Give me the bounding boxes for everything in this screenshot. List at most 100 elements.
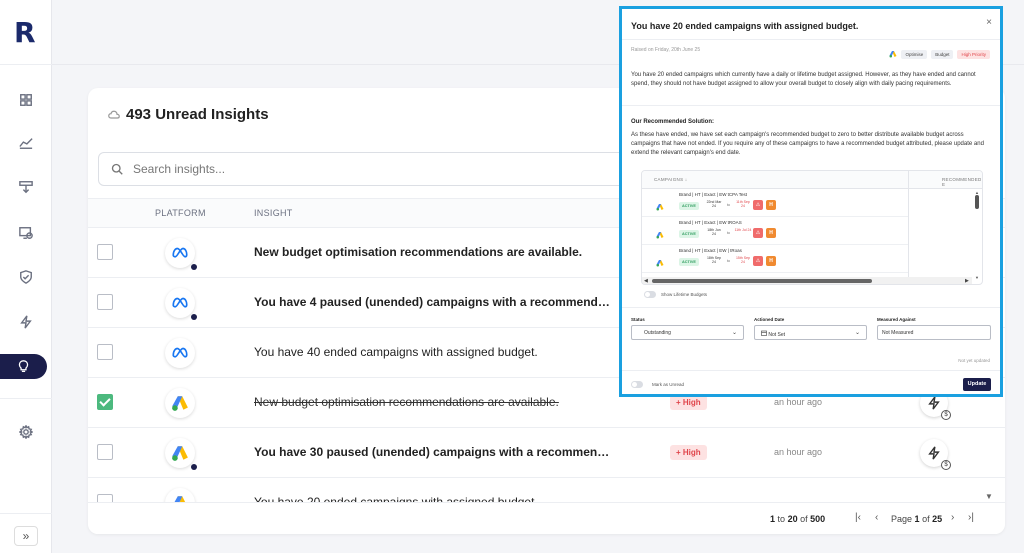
platform-badge <box>165 288 197 320</box>
column-divider <box>908 171 909 284</box>
platform-badge <box>165 438 197 470</box>
download-table-icon <box>19 181 33 194</box>
date-separator: to <box>727 259 730 263</box>
campaigns-table: CAMPAIGNS ↓ RECOMMENDED E Brand | HT | E… <box>641 170 983 285</box>
campaign-end-date: 11th Sep 24 <box>736 200 750 208</box>
tag-high-priority: High Priority <box>957 49 990 59</box>
campaign-end-date: 11th Jul 24 <box>734 228 752 232</box>
meta-icon <box>172 247 188 258</box>
vertical-scrollbar[interactable] <box>975 195 979 209</box>
status-badge: ACTIVE <box>679 258 699 266</box>
campaign-row[interactable]: Brand | HT | Exact | EW tCPA Test ACTIVE 2… <box>642 189 908 217</box>
actioned-date-picker[interactable]: Not Set ⌄ <box>754 325 867 340</box>
horizontal-scrollbar[interactable]: ◀ ▶ <box>642 277 972 284</box>
search-input[interactable] <box>133 162 633 176</box>
expand-sidebar-button[interactable]: » <box>14 526 38 546</box>
unread-dot <box>191 464 197 470</box>
close-icon[interactable]: × <box>986 17 992 28</box>
modal-description: You have 20 ended campaigns which curren… <box>631 72 976 87</box>
campaign-name: Brand | HT | Exact | EW | tRoas <box>679 248 742 253</box>
row-checkbox[interactable] <box>97 344 113 360</box>
lifetime-budget-toggle[interactable] <box>644 291 656 298</box>
insight-text[interactable]: You have 4 paused (unended) campaigns wi… <box>254 295 614 309</box>
modal-divider <box>622 105 1000 106</box>
sidebar-item-security[interactable] <box>17 268 35 286</box>
search-bar[interactable] <box>98 152 698 186</box>
priority-letter-badge: H <box>766 200 776 210</box>
horizontal-scroll-thumb[interactable] <box>652 279 872 283</box>
page-indicator: Page 1 of 25 <box>891 514 943 524</box>
insight-text[interactable]: You have 40 ended campaigns with assigne… <box>254 345 538 359</box>
action-button[interactable]: $ <box>920 439 951 470</box>
insight-text[interactable]: You have 30 paused (unended) campaigns w… <box>254 445 614 459</box>
status-value: Outstanding <box>644 330 671 336</box>
scroll-left-arrow[interactable]: ◀ <box>644 278 648 284</box>
prev-page-button[interactable]: ‹ <box>875 512 878 523</box>
card-header: 493 Unread Insights <box>108 106 269 123</box>
actioned-date-label: Actioned Date <box>754 317 785 322</box>
scroll-right-arrow[interactable]: ▶ <box>965 278 969 284</box>
update-status-text: Not yet updated <box>958 358 990 363</box>
update-button[interactable]: Update <box>963 378 991 391</box>
insight-text[interactable]: New budget optimisation recommendations … <box>254 245 582 259</box>
bolt-icon <box>928 446 940 460</box>
sidebar-item-automation[interactable] <box>17 313 35 331</box>
status-select[interactable]: Outstanding ⌄ <box>631 325 744 340</box>
page-title: 493 Unread Insights <box>126 106 269 123</box>
cloud-icon <box>108 110 120 119</box>
sidebar-item-budget[interactable] <box>17 178 35 196</box>
mark-unread-toggle[interactable] <box>631 381 643 388</box>
sidebar-divider <box>0 64 52 65</box>
platform-badge <box>165 388 195 418</box>
table-row[interactable]: You have 30 paused (unended) campaigns w… <box>88 428 1005 478</box>
first-page-button[interactable]: |‹ <box>855 512 861 523</box>
google-ads-icon <box>172 446 188 461</box>
next-page-button[interactable]: › <box>951 512 954 523</box>
google-ads-icon <box>656 232 664 239</box>
sidebar-item-history[interactable] <box>17 224 35 242</box>
column-header-insight[interactable]: INSIGHT <box>254 208 293 218</box>
priority-letter-badge: H <box>766 256 776 266</box>
scroll-down-arrow[interactable]: ▼ <box>975 275 979 280</box>
tag-budget: Budget <box>931 49 954 59</box>
campaign-row[interactable]: Brand | HT | Exact | EW tROAS ACTIVE 18th … <box>642 217 908 245</box>
column-header-platform[interactable]: PLATFORM <box>155 208 206 218</box>
row-checkbox[interactable] <box>97 244 113 260</box>
row-checkbox[interactable] <box>97 444 113 460</box>
last-page-button[interactable]: ›| <box>968 512 974 523</box>
warning-icon: ⚠ <box>753 228 763 238</box>
google-ads-icon <box>656 198 664 216</box>
campaign-row[interactable]: Brand | HT | Exact | EW | tRoas ACTIVE 18t… <box>642 245 908 273</box>
app-logo[interactable]: R <box>14 16 36 49</box>
measured-against-label: Measured Against <box>877 317 916 322</box>
row-checkbox[interactable] <box>97 394 113 410</box>
column-header-campaigns[interactable]: CAMPAIGNS ↓ <box>654 177 687 182</box>
google-ads-icon <box>656 260 664 267</box>
google-ads-icon <box>656 254 664 272</box>
sidebar-item-insights[interactable] <box>0 354 47 379</box>
mark-unread-label: Mark as Unread <box>652 382 685 387</box>
dollar-icon: $ <box>941 460 951 470</box>
unread-dot <box>191 264 197 270</box>
sidebar-item-analytics[interactable] <box>17 134 35 152</box>
warning-icon: ⚠ <box>753 200 763 210</box>
campaign-start-date: 18th Jun 24 <box>707 228 721 236</box>
pagination: 1 to 20 of 500 |‹ ‹ Page 1 of 25 › ›| <box>88 502 1005 534</box>
gear-icon <box>19 425 33 439</box>
priority-badge: + High <box>670 445 707 460</box>
modal-title: You have 20 ended campaigns with assigne… <box>631 21 859 31</box>
row-checkbox[interactable] <box>97 294 113 310</box>
warning-icon: ⚠ <box>753 256 763 266</box>
grid-icon <box>20 94 32 106</box>
insight-text[interactable]: New budget optimisation recommendations … <box>254 395 559 409</box>
sidebar-item-settings[interactable] <box>17 423 35 441</box>
scroll-down-arrow[interactable]: ▼ <box>985 492 993 501</box>
sidebar-divider <box>0 513 52 514</box>
sidebar-item-dashboard[interactable] <box>17 91 35 109</box>
modal-divider <box>622 307 1000 308</box>
raised-date: Raised on Friday, 20th June 25 <box>631 47 701 53</box>
insight-detail-modal: You have 20 ended campaigns with assigne… <box>619 6 1003 397</box>
bolt-icon <box>20 315 32 329</box>
column-header-recommended[interactable]: RECOMMENDED E <box>942 177 982 187</box>
measured-against-field[interactable]: Not Measured <box>877 325 991 340</box>
